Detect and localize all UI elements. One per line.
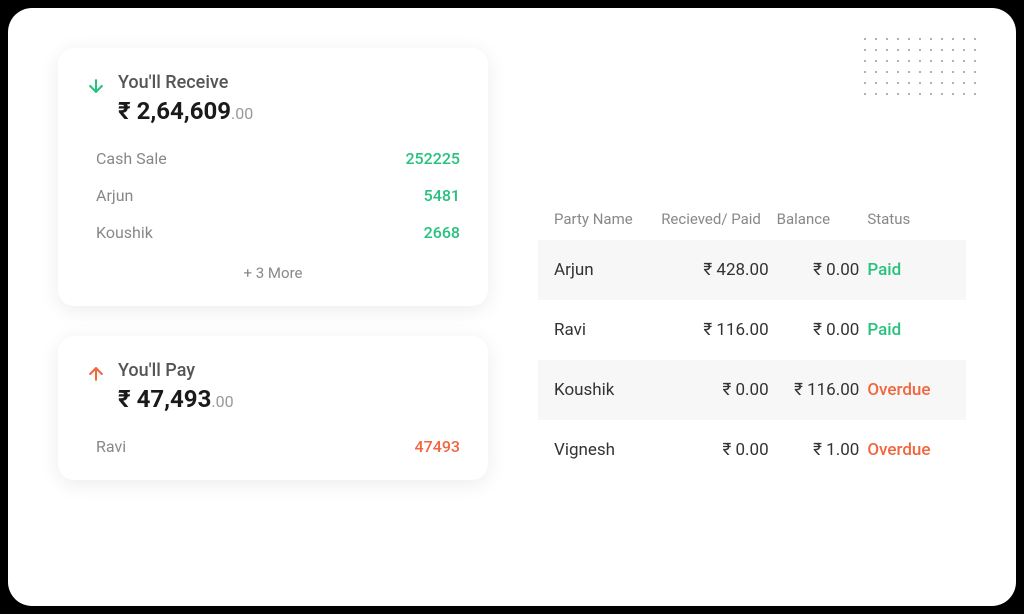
receive-card: You'll Receive ₹ 2,64,609.00 Cash Sale 2… (58, 48, 488, 306)
pay-title: You'll Pay (118, 360, 234, 381)
cell-party: Arjun (554, 260, 653, 280)
cell-received: ₹ 116.00 (661, 320, 768, 340)
item-name: Koushik (96, 223, 153, 242)
table-row[interactable]: Koushik ₹ 0.00 ₹ 116.00 Overdue (538, 360, 966, 420)
header-balance: Balance (777, 210, 860, 228)
status-badge: Paid (867, 320, 950, 340)
dashboard-container: You'll Receive ₹ 2,64,609.00 Cash Sale 2… (8, 8, 1016, 606)
pay-items-list: Ravi 47493 (86, 437, 460, 456)
currency-symbol: ₹ (118, 385, 131, 413)
cell-balance: ₹ 1.00 (777, 440, 860, 460)
left-panel: You'll Receive ₹ 2,64,609.00 Cash Sale 2… (58, 48, 488, 566)
cell-balance: ₹ 0.00 (777, 260, 860, 280)
status-badge: Overdue (867, 380, 950, 400)
cell-balance: ₹ 116.00 (777, 380, 860, 400)
item-name: Cash Sale (96, 149, 167, 168)
item-value: 47493 (415, 437, 460, 456)
list-item[interactable]: Koushik 2668 (96, 223, 460, 242)
receive-header: You'll Receive ₹ 2,64,609.00 (86, 72, 460, 125)
status-badge: Overdue (867, 440, 950, 460)
more-link[interactable]: + 3 More (86, 264, 460, 282)
header-party: Party Name (554, 210, 653, 228)
right-panel: Party Name Recieved/ Paid Balance Status… (538, 48, 966, 566)
receive-title: You'll Receive (118, 72, 253, 93)
header-received: Recieved/ Paid (661, 210, 768, 228)
receive-items-list: Cash Sale 252225 Arjun 5481 Koushik 2668 (86, 149, 460, 242)
cell-balance: ₹ 0.00 (777, 320, 860, 340)
table-row[interactable]: Arjun ₹ 428.00 ₹ 0.00 Paid (538, 240, 966, 300)
cell-received: ₹ 0.00 (661, 380, 768, 400)
amount-value: 47,493 (137, 385, 212, 413)
amount-decimal: .00 (231, 104, 253, 123)
amount-decimal: .00 (211, 392, 233, 411)
status-badge: Paid (867, 260, 950, 280)
item-name: Ravi (96, 437, 126, 456)
cell-party: Koushik (554, 380, 653, 400)
table-row[interactable]: Vignesh ₹ 0.00 ₹ 1.00 Overdue (538, 420, 966, 480)
header-status: Status (867, 210, 950, 228)
pay-header: You'll Pay ₹ 47,493.00 (86, 360, 460, 413)
cell-party: Vignesh (554, 440, 653, 460)
party-table: Party Name Recieved/ Paid Balance Status… (538, 198, 966, 480)
table-header: Party Name Recieved/ Paid Balance Status (538, 198, 966, 240)
pay-card: You'll Pay ₹ 47,493.00 Ravi 47493 (58, 336, 488, 480)
arrow-down-icon (86, 76, 106, 96)
table-row[interactable]: Ravi ₹ 116.00 ₹ 0.00 Paid (538, 300, 966, 360)
cell-received: ₹ 0.00 (661, 440, 768, 460)
item-name: Arjun (96, 186, 133, 205)
decorative-dots (864, 38, 976, 95)
list-item[interactable]: Ravi 47493 (96, 437, 460, 456)
receive-amount: ₹ 2,64,609.00 (118, 97, 253, 125)
currency-symbol: ₹ (118, 97, 131, 125)
cell-received: ₹ 428.00 (661, 260, 768, 280)
list-item[interactable]: Cash Sale 252225 (96, 149, 460, 168)
item-value: 2668 (424, 223, 460, 242)
pay-amount: ₹ 47,493.00 (118, 385, 234, 413)
item-value: 252225 (405, 149, 460, 168)
cell-party: Ravi (554, 320, 653, 340)
list-item[interactable]: Arjun 5481 (96, 186, 460, 205)
amount-value: 2,64,609 (137, 97, 231, 125)
item-value: 5481 (424, 186, 460, 205)
arrow-up-icon (86, 364, 106, 384)
